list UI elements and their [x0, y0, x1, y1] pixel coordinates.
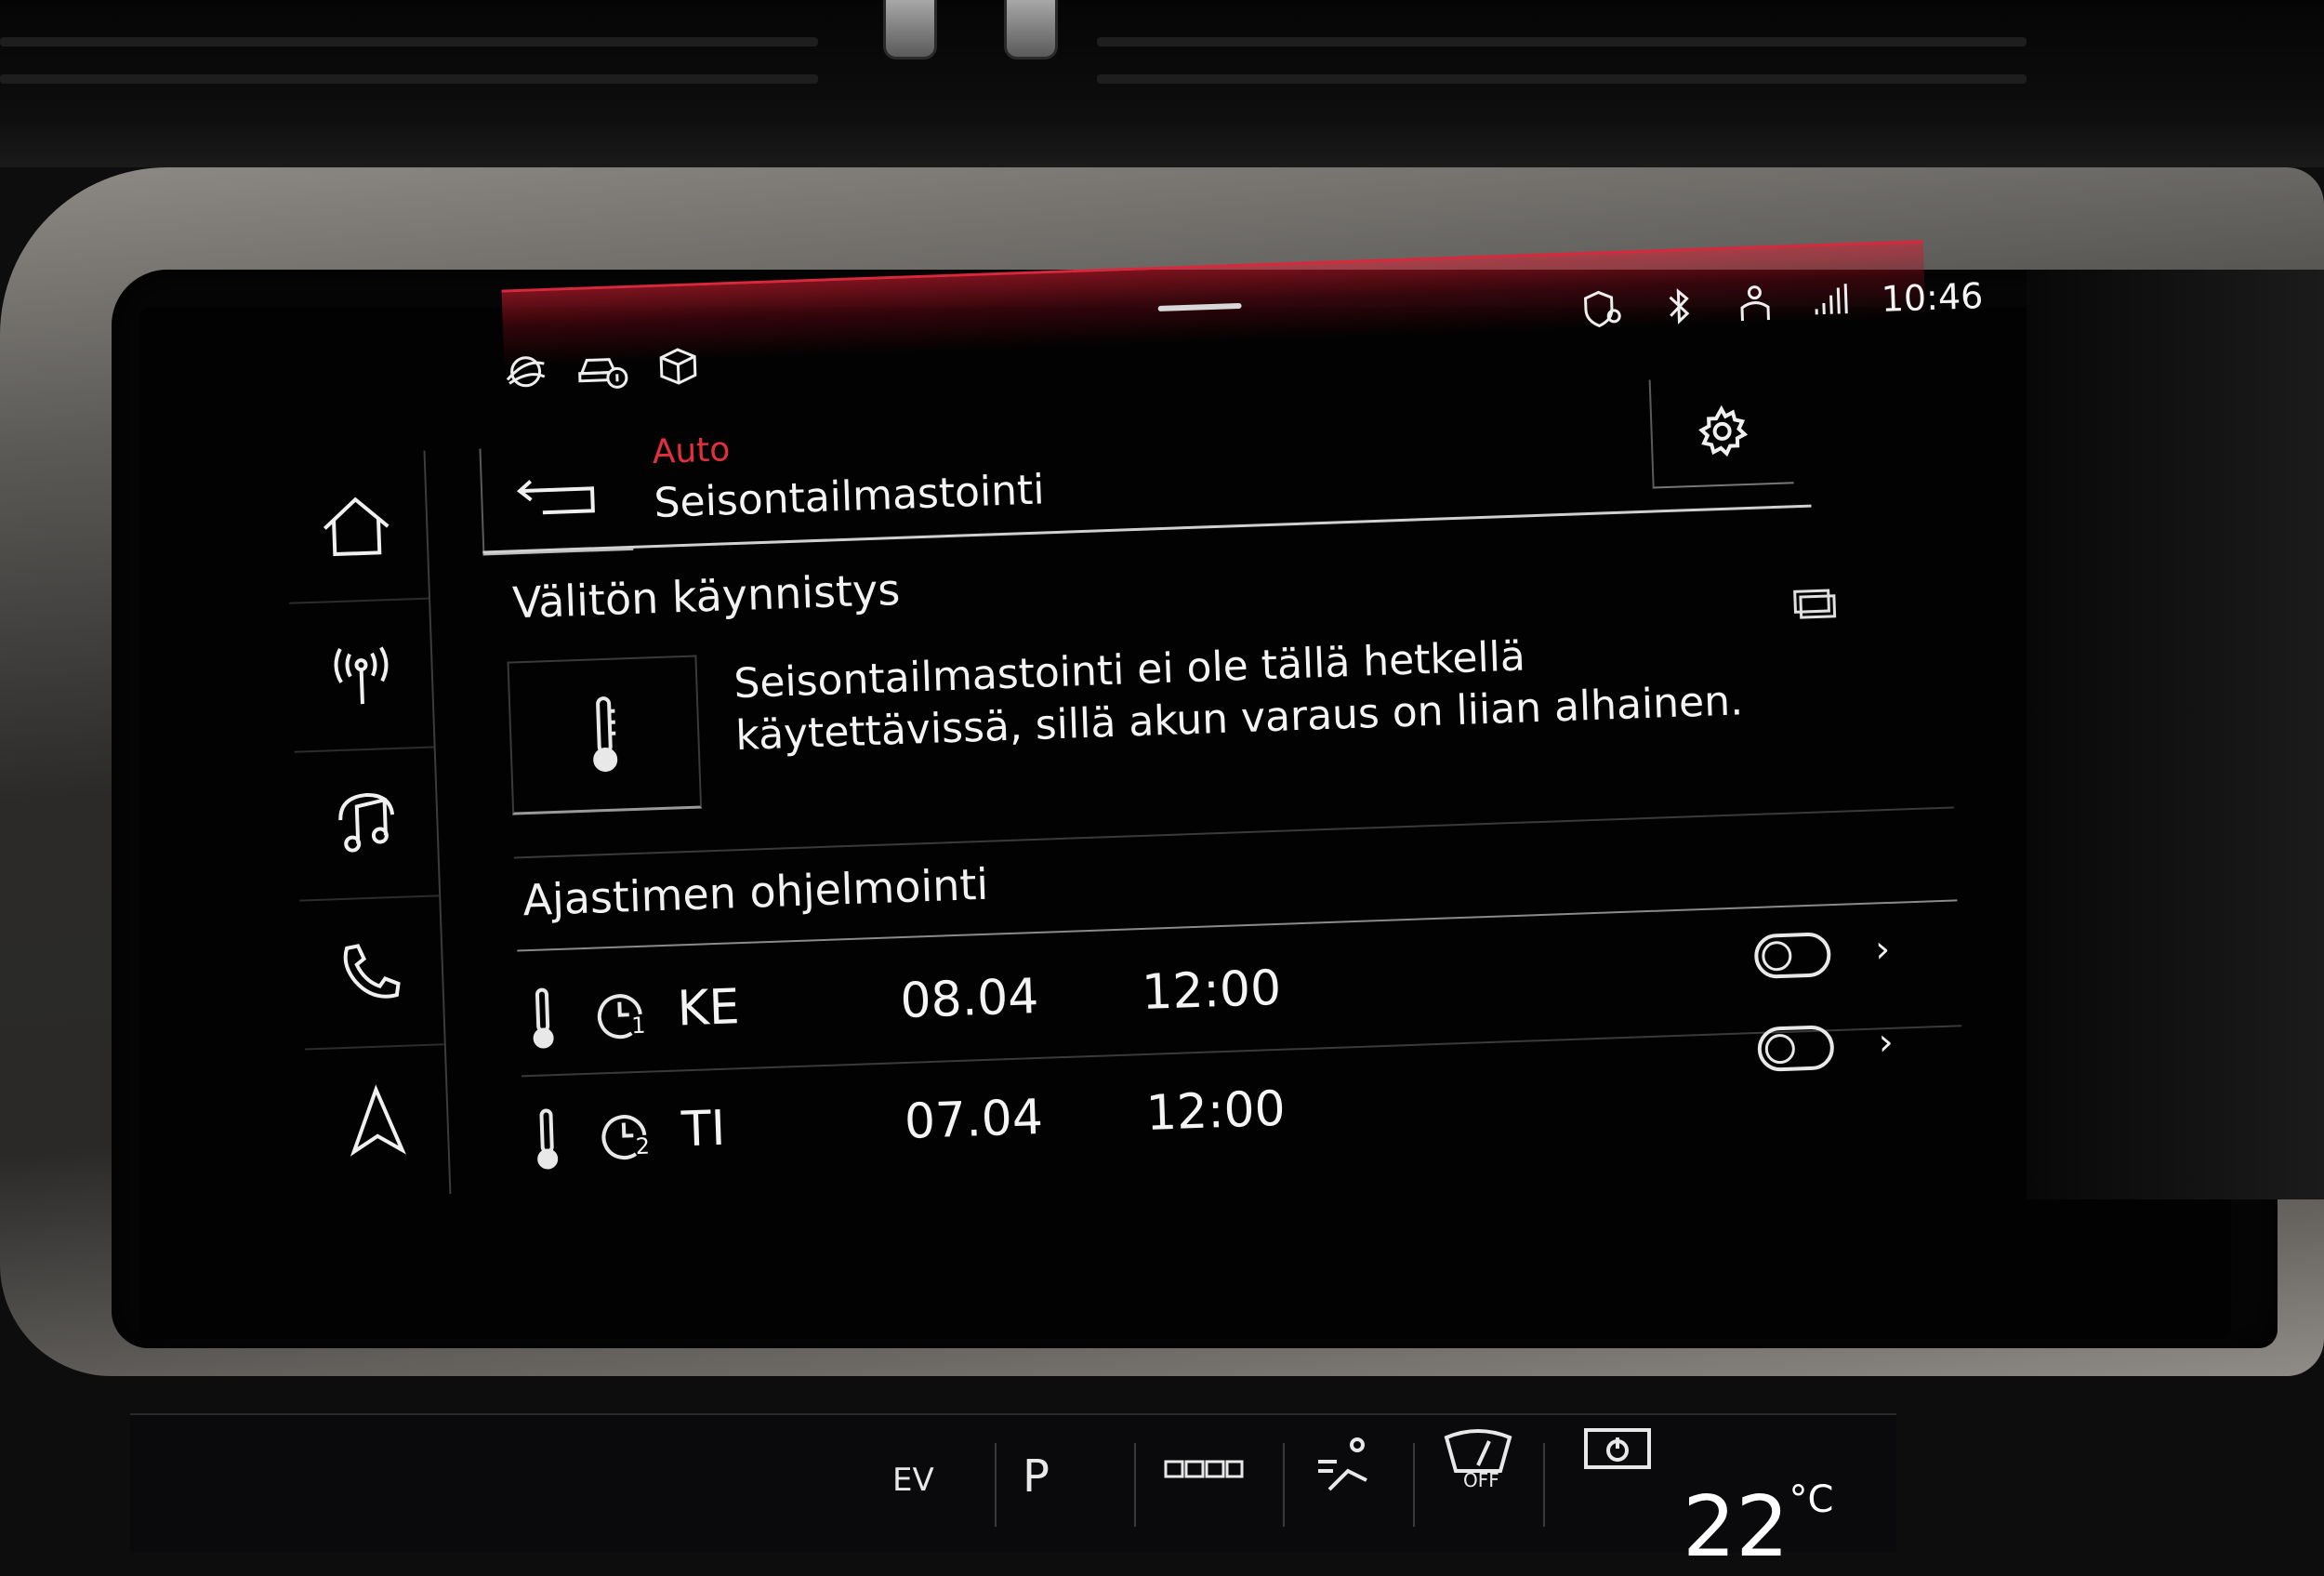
climate-separator [1283, 1443, 1285, 1527]
seat-heating-icon[interactable] [1162, 1452, 1246, 1499]
car-info-icon[interactable] [575, 346, 629, 392]
connect-services-icon[interactable] [499, 349, 553, 395]
navigation-arrow-icon [338, 1082, 416, 1159]
timer-date: 07.04 [904, 1090, 1044, 1150]
settings-button[interactable] [1649, 375, 1794, 488]
home-icon [318, 493, 394, 561]
chevron-right-icon[interactable]: › [1874, 928, 1891, 972]
lte-signal-icon [1804, 278, 1858, 324]
timer-time: 12:00 [1141, 960, 1282, 1021]
gear-icon [1694, 402, 1751, 459]
status-bar-left [499, 343, 706, 395]
vent-adjuster[interactable] [883, 0, 937, 60]
temperature-readout[interactable]: 22°C [1683, 1478, 1833, 1576]
page-title: Seisontailmastointi [654, 466, 1046, 527]
immediate-start-button[interactable] [507, 656, 702, 815]
ev-mode-label[interactable]: EV [892, 1462, 934, 1499]
thermometer-icon [532, 1106, 561, 1172]
sidebar-item-phone[interactable] [299, 896, 443, 1050]
battery-info-icon [1790, 583, 1839, 626]
radio-antenna-icon [324, 642, 400, 709]
toggle-knob [1764, 1034, 1795, 1065]
timer-number: 1 [631, 1013, 646, 1040]
section-title-immediate-start: Välitön käynnistys [511, 564, 901, 629]
user-profile-icon[interactable] [1728, 281, 1782, 327]
mmi-display: 10:46 [279, 244, 2123, 1236]
back-button[interactable] [479, 444, 633, 556]
location-shield-icon[interactable] [1576, 285, 1630, 332]
back-arrow-icon [510, 473, 605, 523]
thermometer-icon [585, 692, 625, 776]
breadcrumb[interactable]: Auto [652, 430, 731, 471]
air-vent-top [0, 0, 2324, 167]
timer-toggle[interactable] [1754, 932, 1832, 979]
aux-heating-icon[interactable] [1580, 1424, 1655, 1490]
sidebar-item-navigation[interactable] [305, 1045, 449, 1197]
vent-slat [1097, 74, 2027, 84]
section-title-timer-programming: Ajastimen ohjelmointi [522, 859, 989, 925]
timer-toggle[interactable] [1757, 1025, 1835, 1072]
unavailable-message: Seisontailmastointi ei ole tällä hetkell… [733, 619, 1851, 762]
windshield-off-button[interactable]: OFF [1441, 1424, 1515, 1499]
section-divider [514, 806, 1954, 858]
climate-separator [995, 1443, 997, 1527]
timer-date: 08.04 [899, 969, 1039, 1029]
toggle-knob [1762, 941, 1792, 972]
phone-icon [334, 939, 410, 1007]
climate-separator [1134, 1443, 1136, 1527]
temperature-value: 22 [1683, 1478, 1789, 1576]
sidebar-item-home[interactable] [284, 451, 429, 604]
vent-adjuster[interactable] [1004, 0, 1058, 60]
sidebar-item-media[interactable] [295, 748, 439, 901]
music-note-icon [328, 790, 404, 858]
climate-separator [1413, 1443, 1415, 1527]
status-clock: 10:46 [1881, 275, 1984, 320]
airflow-seat-icon[interactable] [1311, 1434, 1385, 1508]
sidebar-item-radio[interactable] [289, 600, 433, 753]
parking-button[interactable]: P [1023, 1450, 1050, 1503]
timer-number: 2 [635, 1133, 650, 1160]
chevron-right-icon[interactable]: › [1878, 1021, 1895, 1065]
timer-day: TI [680, 1101, 726, 1159]
vent-slat [1097, 37, 2027, 46]
vent-slat [0, 74, 818, 84]
package-icon[interactable] [652, 343, 706, 390]
thermometer-icon [528, 986, 558, 1052]
bluetooth-icon[interactable] [1652, 283, 1706, 329]
temperature-unit: °C [1789, 1478, 1834, 1521]
windshield-off-label: OFF [1463, 1469, 1499, 1491]
main-menu-sidebar [284, 451, 452, 1199]
climate-control-bar: EV P OFF [130, 1413, 1896, 1552]
vent-slat [0, 37, 818, 46]
climate-separator [1543, 1443, 1545, 1527]
timer-time: 12:00 [1145, 1081, 1287, 1142]
timer-day: KE [677, 979, 741, 1037]
